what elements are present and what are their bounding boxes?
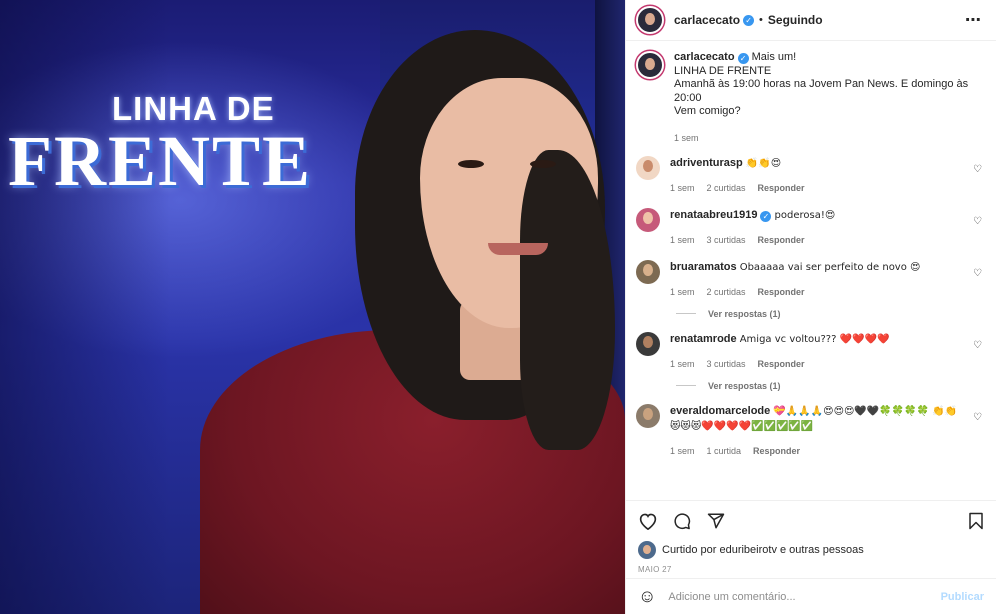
comment-time[interactable]: 1 sem [670, 181, 695, 195]
comment-text: Amiga vc voltou??? ❤️❤️❤️❤️ [739, 333, 890, 345]
comment-item: renatamrode Amiga vc voltou??? ❤️❤️❤️❤️ … [636, 331, 984, 371]
share-icon[interactable] [706, 512, 726, 530]
view-replies-label[interactable]: Ver respostas (1) [708, 381, 781, 391]
show-logo: LINHA DE FRENTE [8, 92, 312, 197]
comment-text: poderosa!😍 [774, 209, 836, 221]
caption-line: Amanhã às 19:00 horas na Jovem Pan News.… [674, 78, 969, 104]
following-button[interactable]: Seguindo [768, 13, 823, 27]
caption-time: 1 sem [674, 132, 699, 143]
comment-username[interactable]: everaldomarcelode [670, 405, 770, 417]
post-header: carlacecato ✓ • Seguindo ⋯ [626, 0, 996, 41]
more-options-icon[interactable]: ⋯ [965, 10, 982, 30]
comment-item: everaldomarcelode 💝🙏🙏🙏😍😍😍🖤🖤🍀🍀🍀🍀 👏👏😻😻😻❤️❤… [636, 403, 984, 458]
reply-button[interactable]: Responder [758, 181, 805, 195]
instagram-post: LINHA DE FRENTE carlacecato ✓ • Seguindo… [0, 0, 996, 614]
separator-dot: • [759, 14, 763, 26]
replies-line [676, 385, 696, 386]
comment-time[interactable]: 1 sem [670, 233, 695, 247]
comment-text: 👏👏😍 [745, 157, 782, 169]
reply-button[interactable]: Responder [758, 285, 805, 299]
comment-item: renataabreu1919 ✓ poderosa!😍 1 sem 3 curt… [636, 207, 984, 247]
publish-button[interactable]: Publicar [941, 591, 984, 603]
comment-item: bruaramatos Obaaaaa vai ser perfeito de … [636, 259, 984, 299]
post-image[interactable]: LINHA DE FRENTE [0, 0, 625, 614]
person-eye-left [458, 160, 484, 168]
person-mouth [488, 243, 548, 255]
add-comment-bar: ☺ Adicione um comentário... Publicar [626, 578, 996, 614]
comment-input[interactable]: Adicione um comentário... [668, 591, 940, 603]
author-username[interactable]: carlacecato [674, 13, 740, 27]
comment-time[interactable]: 1 sem [670, 444, 695, 458]
replies-line [676, 313, 696, 314]
comment-username[interactable]: bruaramatos [670, 261, 737, 273]
reply-button[interactable]: Responder [758, 233, 805, 247]
comment-time[interactable]: 1 sem [670, 357, 695, 371]
caption: carlacecato ✓ Mais um! LINHA DE FRENTE Am… [636, 51, 984, 145]
post-date: MAIO 27 [638, 565, 672, 574]
caption-line: Vem comigo? [674, 105, 741, 117]
caption-username[interactable]: carlacecato [674, 51, 735, 63]
person-eye-right [530, 160, 556, 168]
comments-list[interactable]: carlacecato ✓ Mais um! LINHA DE FRENTE Am… [626, 41, 996, 500]
comment-likes[interactable]: 2 curtidas [707, 285, 746, 299]
comment-time[interactable]: 1 sem [670, 285, 695, 299]
post-sidebar: carlacecato ✓ • Seguindo ⋯ carlacecato ✓ … [625, 0, 996, 614]
view-replies-label[interactable]: Ver respostas (1) [708, 309, 781, 319]
commenter-avatar[interactable] [636, 155, 660, 180]
commenter-avatar[interactable] [636, 331, 660, 356]
verified-icon: ✓ [760, 210, 772, 222]
comment-username[interactable]: renataabreu1919 [670, 209, 757, 221]
liked-by[interactable]: Curtido por eduribeirotv e outras pessoa… [638, 541, 984, 559]
comment-like-heart-icon[interactable]: ♡ [973, 268, 982, 279]
verified-icon: ✓ [737, 53, 749, 64]
verified-icon: ✓ [743, 14, 755, 26]
comment-likes[interactable]: 2 curtidas [707, 181, 746, 195]
comment-like-heart-icon[interactable]: ♡ [973, 216, 982, 227]
commenter-avatar[interactable] [636, 403, 660, 428]
emoji-icon[interactable]: ☺ [638, 586, 656, 607]
comment-text: Obaaaaa vai ser perfeito de novo 😍 [739, 261, 921, 273]
caption-line: Mais um! [751, 51, 797, 63]
comment-like-heart-icon[interactable]: ♡ [973, 340, 982, 351]
bookmark-icon[interactable] [968, 512, 984, 530]
comment-likes[interactable]: 1 curtida [707, 444, 742, 458]
heart-icon[interactable] [638, 512, 658, 530]
reply-button[interactable]: Responder [753, 444, 800, 458]
comment-icon[interactable] [672, 512, 692, 530]
commenter-avatar[interactable] [636, 207, 660, 232]
author-avatar[interactable] [636, 6, 664, 34]
comment-likes[interactable]: 3 curtidas [707, 357, 746, 371]
comment-like-heart-icon[interactable]: ♡ [973, 164, 982, 175]
comment-likes[interactable]: 3 curtidas [707, 233, 746, 247]
caption-line: LINHA DE FRENTE [674, 64, 772, 77]
view-replies-button[interactable]: Ver respostas (1) [676, 309, 984, 319]
comment-username[interactable]: renatamrode [670, 333, 737, 345]
liker-avatar[interactable] [638, 541, 656, 559]
caption-avatar[interactable] [636, 51, 664, 79]
reply-button[interactable]: Responder [758, 357, 805, 371]
comment-like-heart-icon[interactable]: ♡ [973, 412, 982, 423]
liked-by-text[interactable]: Curtido por eduribeirotv e outras pessoa… [662, 544, 864, 556]
show-logo-line2: FRENTE [8, 121, 313, 201]
caption-body: carlacecato ✓ Mais um! LINHA DE FRENTE Am… [674, 51, 984, 145]
comment-item: adriventurasp 👏👏😍 1 sem 2 curtidas Respo… [636, 155, 984, 195]
view-replies-button[interactable]: Ver respostas (1) [676, 381, 984, 391]
commenter-avatar[interactable] [636, 259, 660, 284]
post-actions: Curtido por eduribeirotv e outras pessoa… [626, 500, 996, 578]
comment-username[interactable]: adriventurasp [670, 157, 743, 169]
